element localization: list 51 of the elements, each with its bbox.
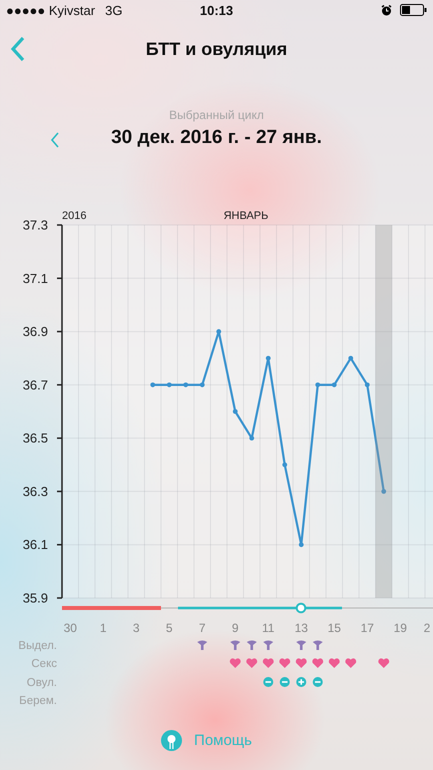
data-point: [232, 409, 238, 414]
day-label: 3: [132, 621, 140, 635]
row-label: Выдел.: [18, 640, 57, 652]
data-point: [150, 382, 156, 388]
day-label: 5: [166, 621, 173, 635]
cycle-label: Выбранный цикл: [169, 108, 264, 122]
screen-title: БТТ и овуляция: [146, 38, 288, 60]
day-label: 9: [232, 621, 239, 635]
y-tick-label: 35.9: [22, 590, 48, 606]
data-point: [348, 356, 354, 361]
carrier-name: ●●●●● Kyivstar: [6, 2, 96, 18]
data-point: [315, 382, 320, 388]
y-tick-label: 36.5: [22, 430, 48, 446]
help-button[interactable]: Помощь: [161, 730, 252, 751]
alarm-icon: [381, 4, 392, 16]
data-point: [332, 382, 337, 388]
y-tick-label: 36.7: [22, 377, 48, 392]
day-label: 19: [394, 621, 407, 635]
y-tick-label: 36.9: [22, 324, 48, 340]
data-point: [381, 489, 386, 494]
day-label: 30: [64, 621, 77, 635]
battery-icon: [400, 4, 427, 16]
data-point: [266, 356, 271, 361]
y-tick-label: 36.3: [22, 484, 48, 499]
y-tick-label: 36.1: [22, 537, 48, 552]
day-label: 7: [198, 621, 206, 635]
row-label: Берем.: [19, 695, 57, 707]
day-label: 2: [424, 621, 430, 635]
clock-time: 10:13: [200, 2, 234, 18]
row-label: Овул.: [26, 677, 57, 689]
day-label: 15: [328, 621, 341, 635]
y-tick-label: 37.3: [22, 218, 48, 232]
data-point: [364, 382, 370, 388]
data-point: [166, 382, 172, 388]
data-point: [282, 462, 288, 468]
data-point: [249, 436, 254, 441]
month-label: ЯНВАРЬ: [224, 210, 268, 222]
day-label: 1: [100, 621, 107, 635]
y-tick-label: 37.1: [22, 270, 48, 286]
network-type: 3G: [105, 2, 122, 18]
help-icon: [161, 730, 182, 751]
data-point: [216, 329, 222, 334]
cycle-date-range: 30 дек. 2016 г. - 27 янв.: [111, 127, 322, 149]
day-label: 17: [360, 621, 374, 635]
year-label: 2016: [62, 210, 86, 222]
data-point: [200, 382, 205, 388]
day-label: 13: [294, 621, 308, 635]
data-point: [298, 542, 304, 548]
data-point: [183, 382, 188, 388]
day-label: 11: [262, 621, 274, 635]
row-label: Секс: [31, 658, 57, 670]
